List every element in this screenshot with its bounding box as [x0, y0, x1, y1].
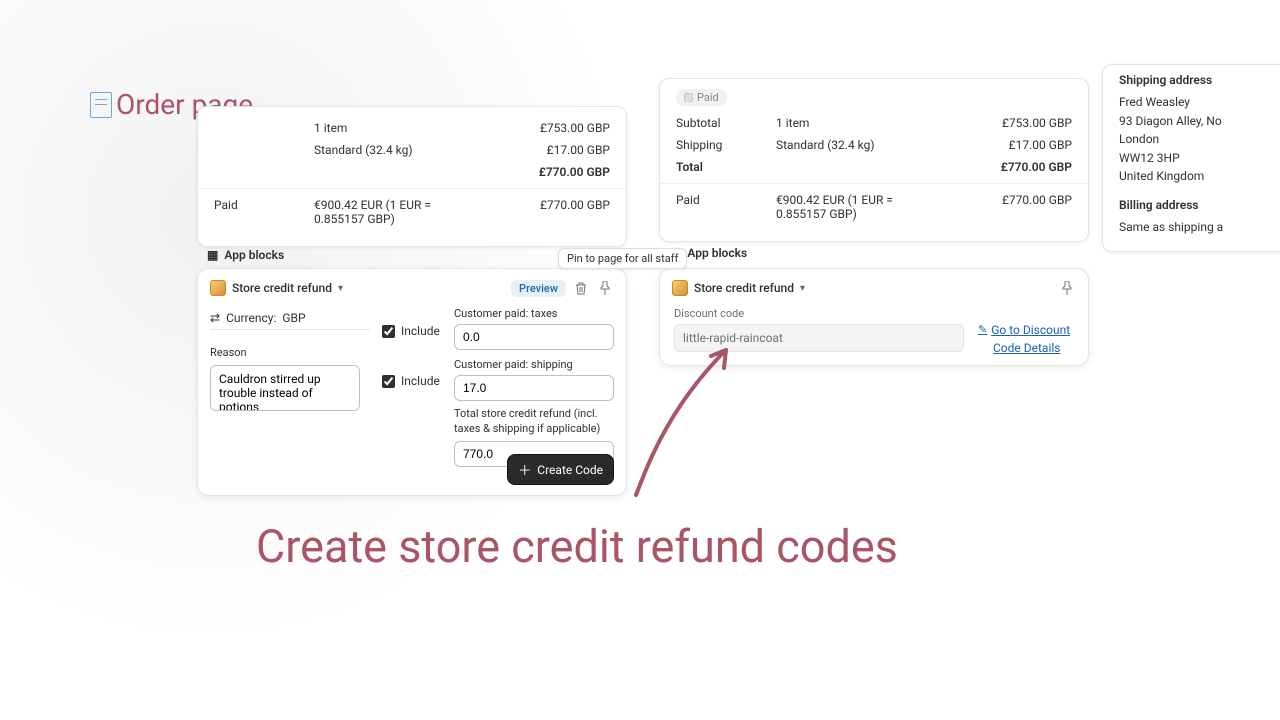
total-refund-label: Total store credit refund (incl. taxes &…: [454, 407, 614, 437]
address-postcode: WW12 3HP: [1119, 149, 1275, 168]
include-label: Include: [401, 374, 440, 388]
app-blocks-label: App blocks: [687, 246, 747, 260]
subtotal-price: £753.00 GBP: [480, 121, 610, 135]
address-line1: 93 Diagon Alley, No: [1119, 112, 1275, 131]
discount-link-line2: Code Details: [993, 339, 1060, 357]
plus-icon: ＋: [518, 460, 531, 479]
include-taxes-checkbox[interactable]: Include: [382, 316, 442, 346]
app-icon: [210, 280, 226, 296]
total-price: £770.00 GBP: [942, 160, 1072, 174]
shipping-label: Customer paid: shipping: [454, 358, 614, 371]
reason-label: Reason: [210, 346, 370, 359]
delete-button[interactable]: [572, 279, 590, 297]
order-summary-left-card: 1 item £753.00 GBP Standard (32.4 kg) £1…: [197, 106, 627, 247]
pin-icon: [1062, 281, 1072, 295]
document-icon: [90, 92, 112, 118]
store-credit-refund-card-right: Store credit refund ▾ Discount code litt…: [659, 268, 1089, 366]
shipping-price: £17.00 GBP: [942, 138, 1072, 152]
total-label: Total: [676, 160, 776, 174]
discount-details-link[interactable]: Code Details: [978, 339, 1070, 357]
pin-tooltip: Pin to page for all staff: [558, 248, 687, 269]
items-count: 1 item: [776, 116, 942, 130]
preview-badge: Preview: [511, 280, 566, 297]
app-name[interactable]: Store credit refund: [232, 281, 332, 295]
app-blocks-label: App blocks: [224, 248, 284, 262]
total-price: £770.00 GBP: [480, 165, 610, 179]
shipping-price: £17.00 GBP: [480, 143, 610, 157]
billing-same-text: Same as shipping a: [1119, 218, 1275, 237]
app-blocks-heading-left: App blocks: [207, 248, 284, 262]
discount-link-line1: Go to Discount: [991, 321, 1070, 339]
include-shipping-checkbox[interactable]: Include: [382, 366, 442, 396]
shipping-method: Standard (32.4 kg): [314, 143, 480, 157]
paid-badge-label: Paid: [697, 91, 719, 104]
shipping-label: Shipping: [676, 138, 776, 152]
paid-amount: £770.00 GBP: [480, 198, 610, 212]
discount-code-value: little-rapid-raincoat: [674, 324, 964, 352]
app-icon: [672, 280, 688, 296]
paid-label: Paid: [214, 198, 314, 212]
switch-icon: ⇄: [210, 311, 220, 325]
pin-button[interactable]: [596, 279, 614, 297]
subtotal-label: Subtotal: [676, 116, 776, 130]
discount-code-label: Discount code: [674, 307, 964, 320]
currency-value: GBP: [282, 311, 305, 325]
shipping-method: Standard (32.4 kg): [776, 138, 942, 152]
taxes-label: Customer paid: taxes: [454, 307, 614, 320]
app-name[interactable]: Store credit refund: [694, 281, 794, 295]
paid-conversion: €900.42 EUR (1 EUR = 0.855157 GBP): [314, 198, 480, 226]
paid-badge: Paid: [676, 89, 727, 106]
chevron-down-icon[interactable]: ▾: [338, 283, 343, 294]
currency-label: Currency:: [226, 311, 276, 325]
paid-amount: £770.00 GBP: [942, 193, 1072, 207]
paid-badge-icon: [684, 93, 693, 102]
order-summary-right-card: Paid Subtotal 1 item £753.00 GBP Shippin…: [659, 78, 1089, 242]
items-count: 1 item: [314, 121, 480, 135]
pin-tooltip-text: Pin to page for all staff: [567, 252, 678, 265]
paid-label: Paid: [676, 193, 776, 207]
address-city: London: [1119, 130, 1275, 149]
address-name: Fred Weasley: [1119, 93, 1275, 112]
taxes-input[interactable]: [454, 324, 614, 350]
discount-details-link[interactable]: ✎ Go to Discount: [978, 321, 1070, 339]
subtotal-price: £753.00 GBP: [942, 116, 1072, 130]
marketing-caption: Create store credit refund codes: [256, 520, 898, 573]
chevron-down-icon[interactable]: ▾: [800, 283, 805, 294]
pencil-icon: ✎: [978, 322, 987, 339]
shipping-address-heading: Shipping address: [1119, 73, 1275, 87]
pin-icon: [600, 281, 610, 295]
address-card: Shipping address Fred Weasley 93 Diagon …: [1102, 64, 1280, 252]
shipping-input[interactable]: [454, 375, 614, 401]
trash-icon: [575, 282, 587, 295]
address-country: United Kingdom: [1119, 167, 1275, 186]
billing-address-heading: Billing address: [1119, 198, 1275, 212]
reason-textarea[interactable]: [210, 365, 360, 411]
pin-button[interactable]: [1058, 279, 1076, 297]
store-credit-refund-card-left: Store credit refund ▾ Preview ⇄ Currency…: [197, 268, 627, 496]
include-label: Include: [401, 324, 440, 338]
create-code-button[interactable]: ＋ Create Code: [507, 454, 614, 485]
blocks-icon: [207, 248, 218, 262]
create-code-label: Create Code: [537, 463, 603, 477]
paid-conversion: €900.42 EUR (1 EUR = 0.855157 GBP): [776, 193, 942, 221]
